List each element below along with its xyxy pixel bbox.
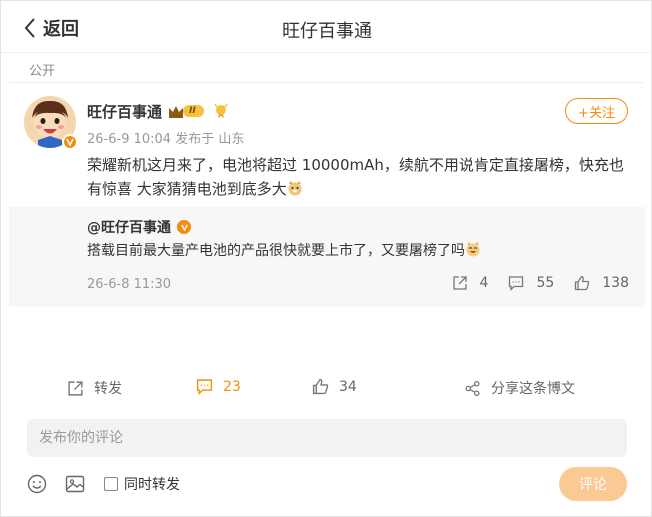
verified-badge-icon (62, 134, 78, 150)
repost-stats: 4 55 138 (432, 275, 629, 291)
comment-icon (196, 379, 213, 395)
like-action-button[interactable]: 34 (312, 378, 357, 395)
share-post-label: 分享这条博文 (491, 381, 575, 397)
image-icon[interactable] (64, 473, 86, 495)
repost-author-name: @旺仔百事通 (87, 220, 171, 236)
post-text: 荣耀新机这月来了，电池将超过 10000mAh，续航不用说肯定直接屠榜，快充也有… (87, 156, 624, 198)
share-post-button[interactable]: 分享这条博文 (464, 378, 575, 398)
repost-count-value: 4 (479, 275, 489, 291)
like-action-count: 34 (339, 378, 357, 395)
checkbox-box[interactable] (104, 477, 118, 491)
repost-text: 搭载目前最大量产电池的产品很快就要上市了，又要屠榜了吗 (87, 243, 465, 259)
also-repost-checkbox[interactable]: 同时转发 (104, 474, 180, 494)
top-bar: 返回 旺仔百事通 (1, 1, 652, 53)
follow-button[interactable]: +关注 (565, 98, 628, 124)
page-title: 旺仔百事通 (282, 21, 372, 42)
comment-tools: 同时转发 (26, 472, 180, 496)
post-content: 荣耀新机这月来了，电池将超过 10000mAh，续航不用说肯定直接屠榜，快充也有… (87, 153, 627, 201)
submit-comment-button[interactable]: 评论 (559, 467, 627, 501)
repost-action-button[interactable]: 转发 (67, 378, 122, 398)
emoji-icon[interactable] (26, 473, 48, 495)
share-out-icon (68, 380, 83, 396)
thumbs-up-icon (575, 275, 590, 291)
comment-input[interactable] (27, 419, 627, 457)
comment-action-button[interactable]: 23 (196, 378, 241, 395)
comment-count-value: 55 (536, 275, 555, 291)
vip-badge[interactable]: II (167, 103, 204, 119)
also-repost-label: 同时转发 (124, 477, 180, 493)
avatar[interactable] (24, 96, 78, 150)
author-name[interactable]: 旺仔百事通 (87, 101, 162, 122)
repost-date: 26-6-8 11:30 (87, 277, 172, 292)
doge-emoji-icon (288, 181, 302, 196)
medal-icon[interactable] (214, 103, 228, 119)
repost-author[interactable]: @旺仔百事通 (87, 217, 191, 237)
comment-action-count: 23 (223, 378, 241, 395)
repost-action-label: 转发 (94, 381, 122, 397)
verified-badge-icon (177, 220, 191, 234)
laughing-emoji-icon (466, 242, 480, 257)
divider (9, 82, 643, 83)
share-out-icon (452, 276, 467, 290)
post-meta: 26-6-9 10:04 发布于 山东 (87, 132, 245, 147)
repost-content: 搭载目前最大量产电池的产品很快就要上市了，又要屠榜了吗 (87, 240, 481, 260)
vip-level: II (183, 105, 204, 117)
repost-like-count[interactable]: 138 (574, 275, 629, 291)
thumbs-up-icon (312, 378, 329, 395)
action-bar: 转发 23 34 分享这条博文 (1, 374, 652, 402)
weibo-post-page: 返回 旺仔百事通 公开 旺仔百事通 II 26-6-9 10:04 发布于 山东… (0, 0, 652, 517)
like-count-value: 138 (602, 275, 629, 291)
share-icon (465, 380, 480, 396)
visibility-label: 公开 (29, 64, 56, 79)
repost-comment-count[interactable]: 55 (508, 275, 554, 291)
comment-icon (509, 276, 524, 291)
reposted-card[interactable]: @旺仔百事通 搭载目前最大量产电池的产品很快就要上市了，又要屠榜了吗 26-6-… (9, 207, 645, 307)
repost-share-count[interactable]: 4 (452, 275, 489, 291)
